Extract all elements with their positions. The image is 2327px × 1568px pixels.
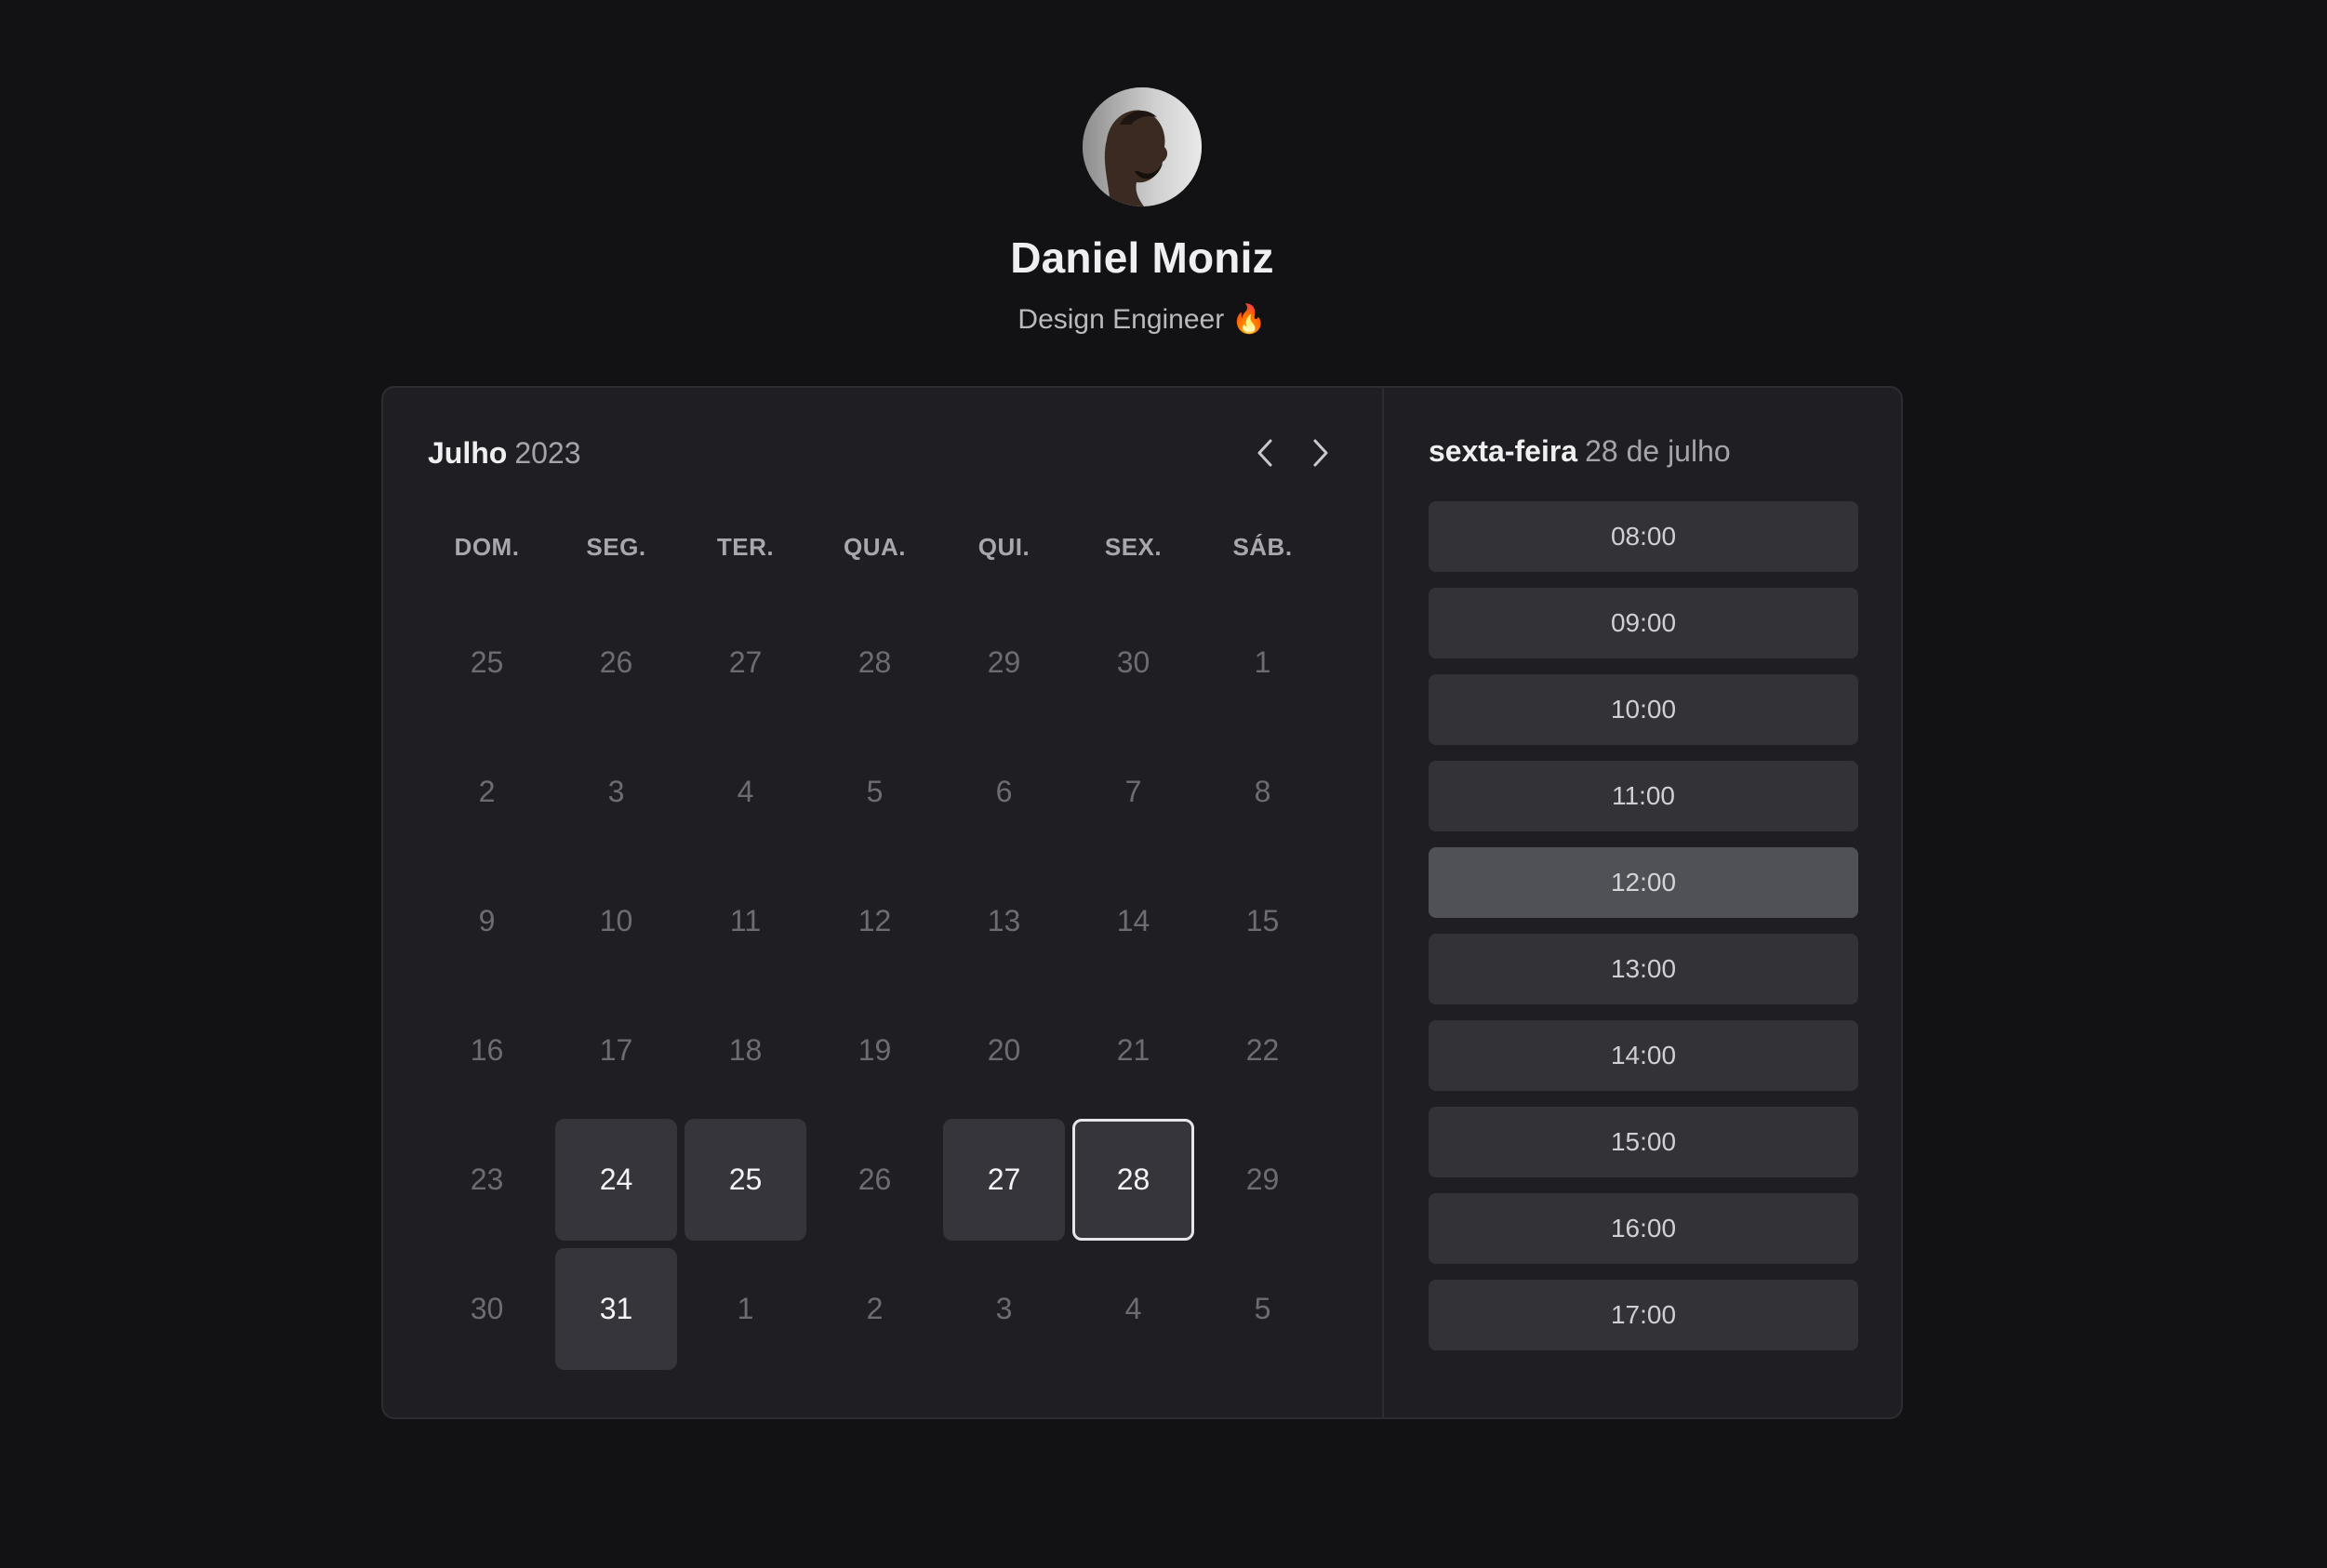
- weekday-label: SÁB.: [1232, 533, 1293, 561]
- avatar-portrait-image: [1083, 87, 1202, 206]
- calendar-day: 28: [858, 645, 892, 679]
- profile-header: Daniel Moniz Design Engineer 🔥: [0, 87, 2284, 336]
- time-slot-button[interactable]: 16:00: [1429, 1193, 1858, 1264]
- calendar-day: 18: [728, 1033, 763, 1067]
- calendar-day-available[interactable]: 24: [555, 1119, 677, 1241]
- calendar-day: 26: [858, 1163, 892, 1196]
- calendar-day: 15: [1245, 904, 1280, 937]
- time-slot-button[interactable]: 15:00: [1429, 1107, 1858, 1177]
- calendar-day: 4: [737, 775, 754, 808]
- chevron-right-icon: [1313, 439, 1328, 467]
- calendar-day: 3: [995, 1292, 1013, 1325]
- calendar-day: 12: [858, 904, 892, 937]
- calendar-day: 25: [470, 645, 504, 679]
- weekday-label: TER.: [716, 533, 775, 561]
- calendar-day: 29: [987, 645, 1021, 679]
- avatar: [1083, 87, 1202, 206]
- calendar-day: 6: [995, 775, 1013, 808]
- calendar-day: 7: [1124, 775, 1142, 808]
- time-slot-button[interactable]: 13:00: [1429, 934, 1858, 1004]
- calendar-day-available[interactable]: 25: [685, 1119, 806, 1241]
- time-slot-button[interactable]: 14:00: [1429, 1020, 1858, 1091]
- selected-date: 28 de julho: [1585, 434, 1731, 468]
- weekday-header-row: DOM. SEG. TER. QUA. QUI. SEX. SÁB.: [426, 533, 1337, 570]
- calendar-day: 3: [607, 775, 625, 808]
- calendar-day: 1: [737, 1292, 754, 1325]
- profile-name: Daniel Moniz: [1010, 233, 1274, 282]
- calendar-day: 17: [599, 1033, 633, 1067]
- calendar-day: 22: [1245, 1033, 1280, 1067]
- calendar-header: Julho 2023: [428, 434, 1337, 472]
- calendar-day: 21: [1116, 1033, 1150, 1067]
- calendar-day: 23: [470, 1163, 504, 1196]
- booking-card: Julho 2023 DOM. SEG. TER. QUA. QUI. SEX. SÁB. 2…: [381, 386, 1903, 1419]
- calendar-day: 16: [470, 1033, 504, 1067]
- prev-month-button[interactable]: [1248, 435, 1283, 471]
- calendar-day-available[interactable]: 31: [555, 1248, 677, 1370]
- profile-role: Design Engineer 🔥: [0, 303, 2284, 336]
- calendar-day: 14: [1116, 904, 1150, 937]
- calendar-day: 26: [599, 645, 633, 679]
- calendar-day: 13: [987, 904, 1021, 937]
- calendar-day: 10: [599, 904, 633, 937]
- calendar-day-available[interactable]: 27: [943, 1119, 1065, 1241]
- time-slot-button[interactable]: 09:00: [1429, 588, 1858, 658]
- calendar-day: 1: [1254, 645, 1271, 679]
- weekday-label: DOM.: [454, 533, 520, 561]
- weekday-label: SEX.: [1104, 533, 1163, 561]
- calendar-day: 29: [1245, 1163, 1280, 1196]
- time-slot-button[interactable]: 12:00: [1429, 847, 1858, 918]
- calendar-day: 4: [1124, 1292, 1142, 1325]
- calendar-day-available[interactable]: 28: [1072, 1119, 1194, 1241]
- role-text: Design Engineer: [1017, 304, 1225, 335]
- month-navigation: [1248, 435, 1337, 471]
- calendar-day: 2: [478, 775, 496, 808]
- time-slot-button[interactable]: 10:00: [1429, 674, 1858, 745]
- calendar-day: 5: [1254, 1292, 1271, 1325]
- calendar-day: 27: [728, 645, 763, 679]
- weekday-label: SEG.: [586, 533, 646, 561]
- calendar-day: 20: [987, 1033, 1021, 1067]
- chevron-left-icon: [1257, 439, 1272, 467]
- time-slot-button[interactable]: 17:00: [1429, 1280, 1858, 1350]
- selected-date-title: sexta-feira 28 de julho: [1429, 434, 1731, 469]
- time-slots-panel: sexta-feira 28 de julho 08:00 09:00 10:00 11…: [1384, 388, 1901, 1417]
- selected-weekday: sexta-feira: [1429, 434, 1578, 468]
- calendar-day: 5: [866, 775, 884, 808]
- year-label: 2023: [514, 435, 581, 470]
- month-title: Julho 2023: [428, 436, 581, 471]
- next-month-button[interactable]: [1302, 435, 1337, 471]
- day-grid: 25 26 27 28 29 30 1 2 3 4 5 6 7 8 9 10 11 12 13 14 15 16 17 18 1…: [426, 602, 1337, 1383]
- calendar-day: 11: [729, 904, 762, 937]
- fire-icon: 🔥: [1231, 304, 1267, 335]
- weekday-label: QUA.: [844, 533, 906, 561]
- time-slot-button[interactable]: 11:00: [1429, 761, 1858, 831]
- calendar-day: 2: [866, 1292, 884, 1325]
- month-name: Julho: [428, 435, 508, 470]
- calendar-day: 30: [1116, 645, 1150, 679]
- weekday-label: QUI.: [977, 533, 1031, 561]
- calendar-day: 19: [858, 1033, 892, 1067]
- calendar-day: 30: [470, 1292, 504, 1325]
- calendar-day: 8: [1254, 775, 1271, 808]
- calendar-day: 9: [478, 904, 496, 937]
- calendar-panel: Julho 2023 DOM. SEG. TER. QUA. QUI. SEX. SÁB. 2…: [383, 388, 1384, 1417]
- time-slot-button[interactable]: 08:00: [1429, 501, 1858, 572]
